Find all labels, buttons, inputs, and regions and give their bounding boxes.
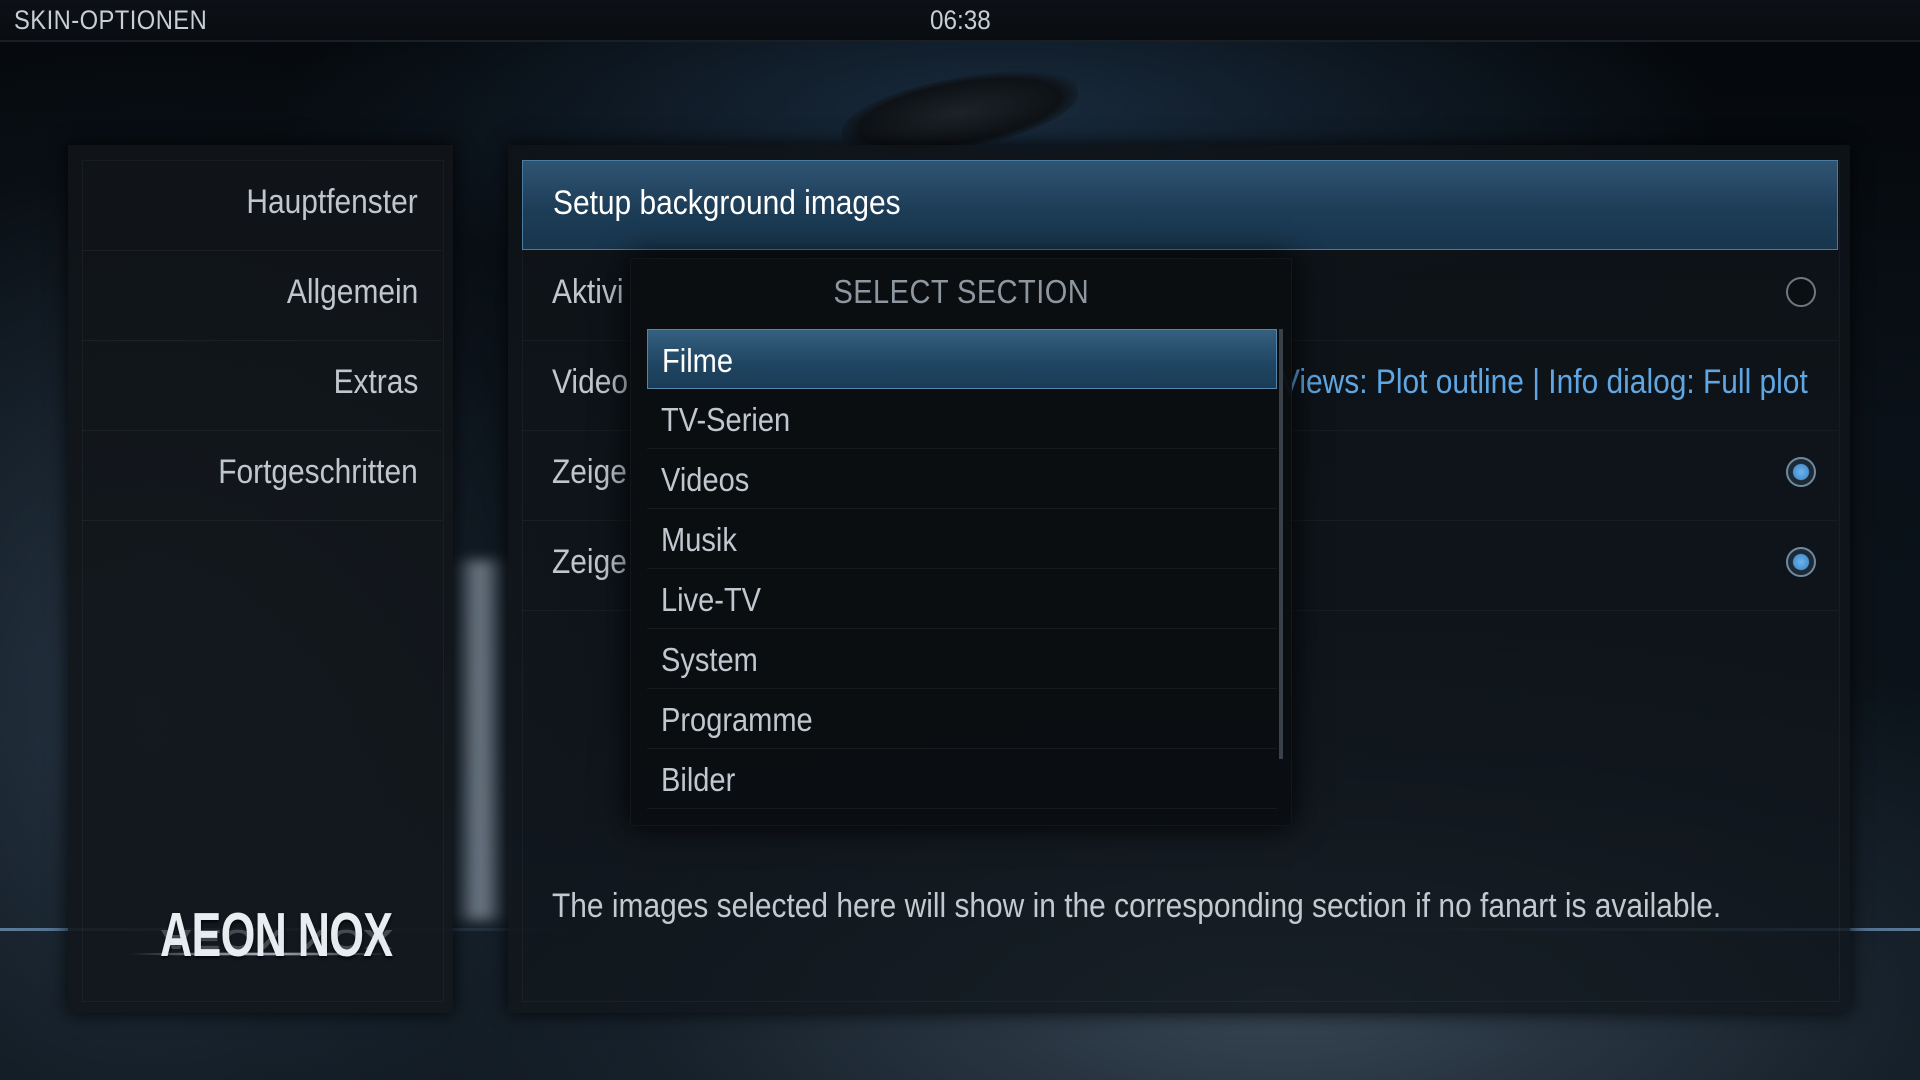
section-item-programme[interactable]: Programme	[647, 689, 1277, 749]
dialog-title: SELECT SECTION	[631, 273, 1291, 311]
dialog-scrollbar[interactable]	[1279, 329, 1283, 759]
setting-header-label: Setup background images	[553, 184, 901, 222]
sidebar-item-fortgeschritten[interactable]: Fortgeschritten	[82, 430, 442, 521]
list-item-label: Live-TV	[661, 581, 762, 618]
list-item-label: Programme	[661, 701, 813, 738]
sidebar-item-allgemein[interactable]: Allgemein	[82, 250, 442, 341]
section-item-filme[interactable]: Filme	[647, 329, 1277, 389]
logo-reflection: AEON NOX	[160, 923, 393, 955]
list-item-label: System	[661, 641, 758, 678]
dialog-title-text: SELECT SECTION	[833, 273, 1089, 310]
setting-value: Views: Plot outline | Info dialog: Full …	[1280, 363, 1808, 401]
radio-toggle-icon[interactable]	[1786, 277, 1816, 307]
setting-label: Zeige	[552, 453, 627, 491]
list-item-label: TV-Serien	[661, 401, 791, 438]
list-item-label: Musik	[661, 521, 737, 558]
radio-toggle-icon[interactable]	[1786, 547, 1816, 577]
window-title: SKIN-OPTIONEN	[14, 5, 208, 35]
sidebar-item-label: Fortgeschritten	[218, 453, 418, 491]
list-item-label: Filme	[662, 342, 733, 379]
sidebar-item-extras[interactable]: Extras	[82, 340, 442, 431]
setting-header-setup-background-images[interactable]: Setup background images	[522, 160, 1838, 250]
sidebar-item-label: Hauptfenster	[246, 183, 418, 221]
setting-label: Video	[552, 363, 628, 401]
sidebar-item-label: Allgemein	[286, 273, 418, 311]
list-item-label: Videos	[661, 461, 750, 498]
section-item-musik[interactable]: Musik	[647, 509, 1277, 569]
radio-toggle-icon[interactable]	[1786, 457, 1816, 487]
logo-glow	[125, 952, 395, 956]
list-item-label: Bilder	[661, 761, 736, 798]
sidebar-item-hauptfenster[interactable]: Hauptfenster	[82, 160, 442, 251]
setting-description: The images selected here will show in th…	[552, 887, 1722, 925]
background-light-streak	[452, 560, 508, 920]
setting-label: Aktivi	[552, 273, 624, 311]
skin-settings-screen: SKIN-OPTIONEN 06:38 Hauptfenster Allgeme…	[0, 0, 1920, 1080]
sidebar-item-label: Extras	[333, 363, 418, 401]
top-bar: SKIN-OPTIONEN 06:38	[0, 0, 1920, 42]
section-item-videos[interactable]: Videos	[647, 449, 1277, 509]
clock: 06:38	[930, 5, 991, 35]
section-item-tv-serien[interactable]: TV-Serien	[647, 389, 1277, 449]
section-item-bilder[interactable]: Bilder	[647, 749, 1277, 809]
section-item-live-tv[interactable]: Live-TV	[647, 569, 1277, 629]
setting-label: Zeige	[552, 543, 627, 581]
section-item-system[interactable]: System	[647, 629, 1277, 689]
section-list: Filme TV-Serien Videos Musik Live-TV Sys…	[647, 329, 1277, 809]
select-section-dialog: SELECT SECTION Filme TV-Serien Videos Mu…	[630, 258, 1292, 826]
